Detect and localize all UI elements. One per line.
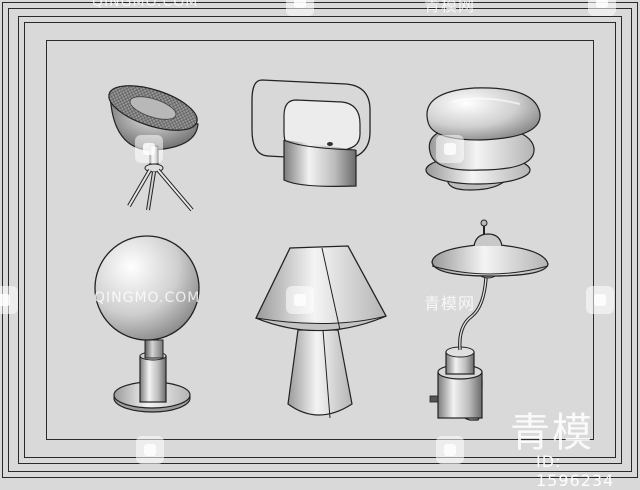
watermark-logo	[0, 286, 18, 314]
cone-shade-table-lamp	[255, 245, 387, 419]
watermark-logo	[286, 286, 314, 314]
watermark-logo	[436, 135, 464, 163]
watermark-logo	[586, 286, 614, 314]
watermark-logo	[136, 436, 164, 464]
watermark-logo	[588, 0, 616, 16]
watermark-logo	[135, 135, 163, 163]
watermark-logo	[286, 0, 314, 16]
watermark-brand: 青模	[510, 410, 594, 456]
watermark-text: QINGMO.COM	[94, 290, 201, 306]
saucer-arm-lamp	[429, 219, 549, 421]
watermark-text: QINGMO.COM	[92, 0, 199, 10]
rounded-panel-lamp	[251, 79, 371, 187]
globe-table-lamp	[94, 235, 200, 413]
render-canvas: QINGMO.COM 青模网 QINGMO.COM 青模网 青模 ID: 159…	[0, 0, 640, 490]
watermark-text: 青模网	[424, 294, 476, 313]
watermark-text: 青模网	[424, 0, 476, 15]
watermark-logo	[436, 436, 464, 464]
watermark-id: ID: 1596234	[536, 452, 615, 490]
